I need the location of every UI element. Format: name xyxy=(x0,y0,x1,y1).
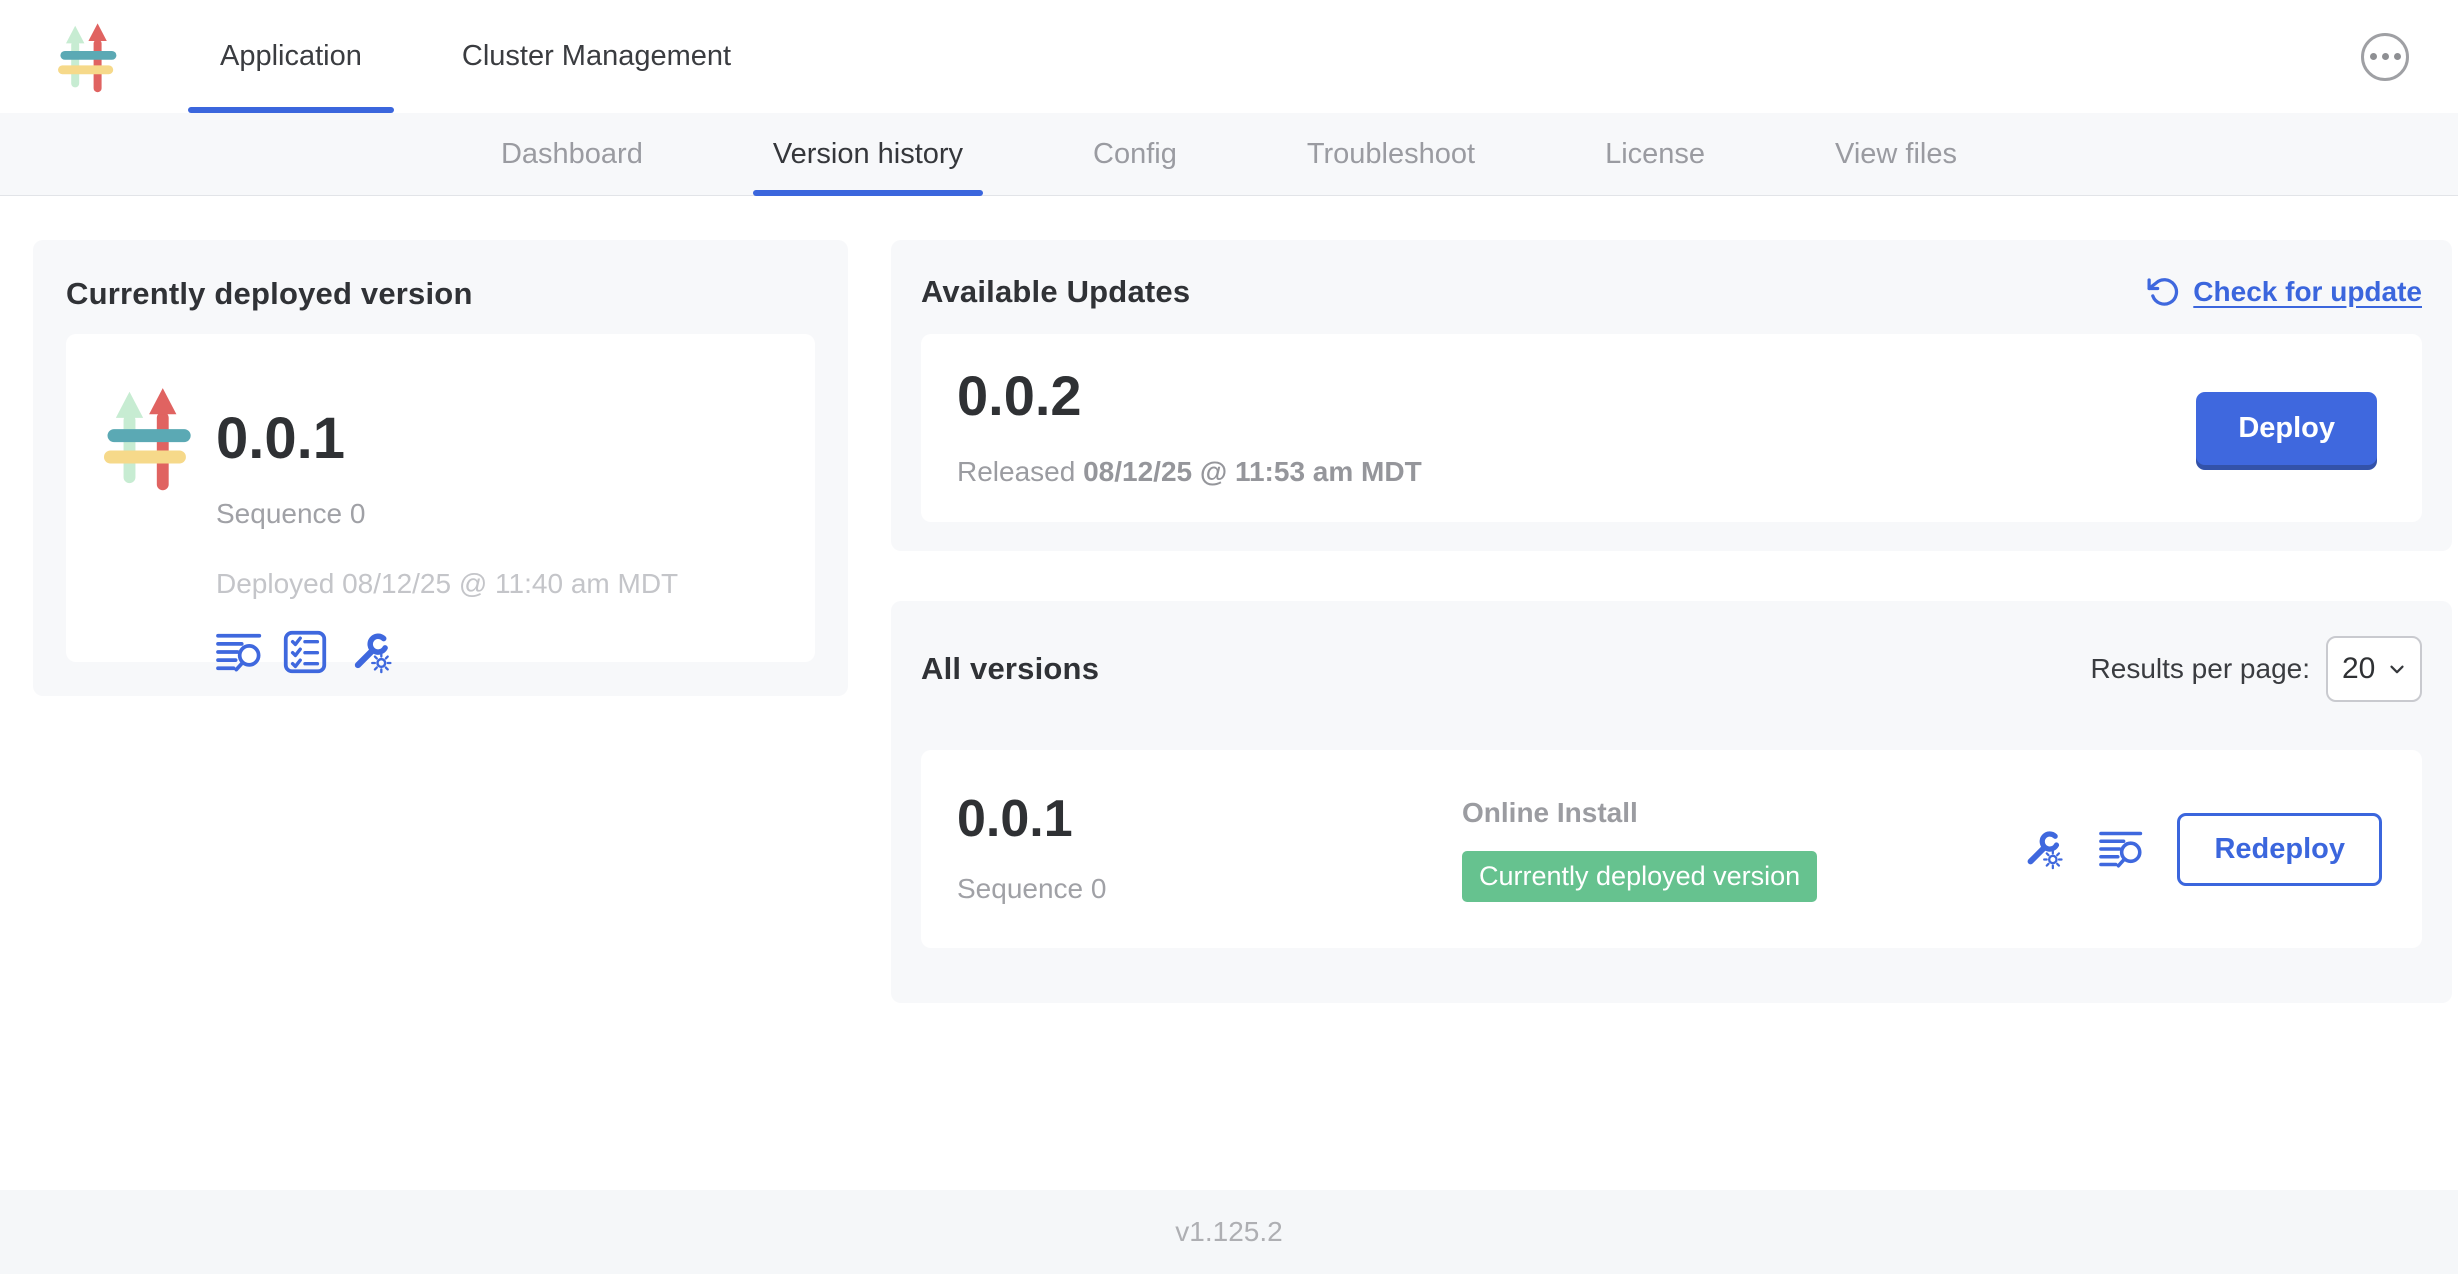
app-header: Application Cluster Management xyxy=(0,0,2458,113)
ellipsis-circle-icon xyxy=(2370,53,2377,60)
deployed-action-icons xyxy=(216,630,678,674)
console-version-label: v1.125.2 xyxy=(1175,1216,1282,1248)
results-per-page: Results per page: 20 xyxy=(2091,636,2422,702)
tab-cluster-management-label: Cluster Management xyxy=(462,40,731,73)
currently-deployed-badge: Currently deployed version xyxy=(1462,851,1817,902)
arrows-up-crossbars-logo-icon xyxy=(56,19,120,95)
row-actions: Redeploy xyxy=(2021,813,2382,886)
results-per-page-select[interactable]: 20 xyxy=(2326,636,2422,702)
all-versions-title: All versions xyxy=(921,651,1099,687)
deployed-timestamp: Deployed 08/12/25 @ 11:40 am MDT xyxy=(216,568,678,600)
deployed-version-number: 0.0.1 xyxy=(216,410,678,468)
header-tabs: Application Cluster Management xyxy=(188,0,799,113)
check-for-update-link[interactable]: Check for update xyxy=(2147,275,2422,309)
checklist-icon[interactable] xyxy=(282,630,328,674)
tab-application[interactable]: Application xyxy=(188,0,394,113)
deployed-sequence: Sequence 0 xyxy=(216,498,678,530)
app-logo xyxy=(56,0,120,113)
currently-deployed-inner-card: 0.0.1 Sequence 0 Deployed 08/12/25 @ 11:… xyxy=(66,334,815,662)
available-update-row: 0.0.2 Released 08/12/25 @ 11:53 am MDT D… xyxy=(921,334,2422,522)
chevron-down-icon xyxy=(2386,658,2408,680)
lines-magnifier-icon[interactable] xyxy=(2099,828,2143,870)
results-per-page-value: 20 xyxy=(2342,652,2375,686)
redeploy-button[interactable]: Redeploy xyxy=(2177,813,2382,886)
subnav-item-view-files[interactable]: View files xyxy=(1815,113,1977,195)
overflow-menu-button[interactable] xyxy=(2361,33,2409,81)
currently-deployed-title: Currently deployed version xyxy=(66,276,815,312)
tab-application-label: Application xyxy=(220,40,362,73)
available-updates-title: Available Updates xyxy=(921,274,1190,310)
row-version-number: 0.0.1 xyxy=(957,793,1462,845)
all-versions-card: All versions Results per page: 20 0.0.1 … xyxy=(891,601,2452,1003)
install-type-label: Online Install xyxy=(1462,797,2021,829)
version-row: 0.0.1 Sequence 0 Online Install Currentl… xyxy=(921,750,2422,948)
lines-magnifier-icon[interactable] xyxy=(216,630,262,674)
available-updates-card: Available Updates Check for update 0.0.2… xyxy=(891,240,2452,551)
app-footer: v1.125.2 xyxy=(0,1190,2458,1274)
deploy-button[interactable]: Deploy xyxy=(2196,392,2377,465)
subnav-item-license[interactable]: License xyxy=(1585,113,1725,195)
tab-cluster-management[interactable]: Cluster Management xyxy=(430,0,763,113)
released-timestamp: 08/12/25 @ 11:53 am MDT xyxy=(1083,456,1422,487)
wrench-gear-icon[interactable] xyxy=(2021,828,2065,870)
app-subnav: Dashboard Version history Config Trouble… xyxy=(0,113,2458,196)
subnav-item-dashboard[interactable]: Dashboard xyxy=(481,113,663,195)
update-version-number: 0.0.2 xyxy=(957,368,1422,424)
refresh-ccw-icon[interactable] xyxy=(2147,275,2181,309)
arrows-up-crossbars-logo-icon xyxy=(101,384,196,492)
subnav-item-troubleshoot[interactable]: Troubleshoot xyxy=(1287,113,1495,195)
results-per-page-label: Results per page: xyxy=(2091,653,2310,685)
left-column: Currently deployed version 0.0.1 Sequenc… xyxy=(33,240,848,1190)
subnav-item-config[interactable]: Config xyxy=(1073,113,1197,195)
row-sequence: Sequence 0 xyxy=(957,873,1462,905)
check-for-update-label: Check for update xyxy=(2193,276,2422,308)
right-column: Available Updates Check for update 0.0.2… xyxy=(891,240,2452,1190)
currently-deployed-card: Currently deployed version 0.0.1 Sequenc… xyxy=(33,240,848,696)
wrench-gear-icon[interactable] xyxy=(348,630,394,674)
subnav-item-version-history[interactable]: Version history xyxy=(753,113,983,195)
released-label: Released xyxy=(957,456,1075,487)
main-content: Currently deployed version 0.0.1 Sequenc… xyxy=(0,196,2458,1190)
